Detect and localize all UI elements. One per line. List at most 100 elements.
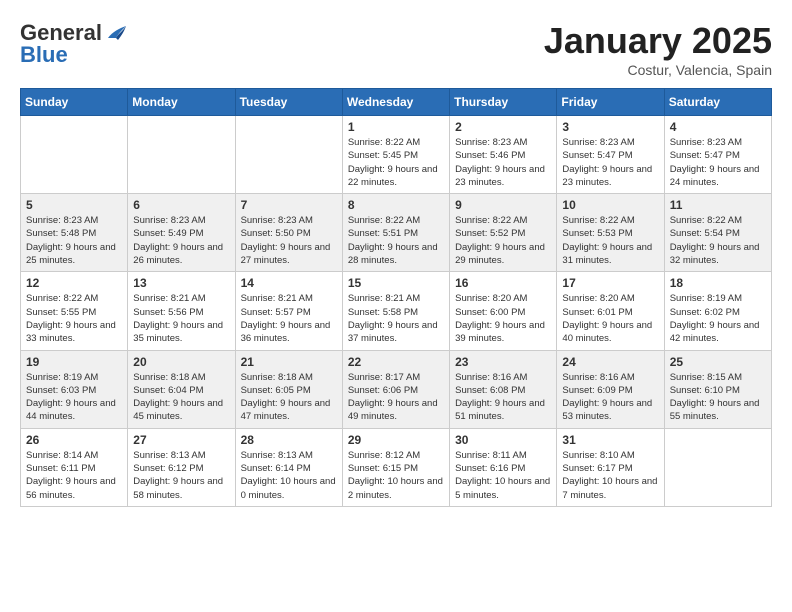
day-info-line: Sunset: 5:47 PM <box>562 149 658 162</box>
day-number: 16 <box>455 276 551 290</box>
day-number: 1 <box>348 120 444 134</box>
day-info-line: Sunset: 6:02 PM <box>670 306 766 319</box>
day-info-line: Daylight: 9 hours and 28 minutes. <box>348 241 444 268</box>
day-info: Sunrise: 8:15 AMSunset: 6:10 PMDaylight:… <box>670 371 766 424</box>
day-info-line: Sunrise: 8:14 AM <box>26 449 122 462</box>
day-info-line: Daylight: 9 hours and 26 minutes. <box>133 241 229 268</box>
day-info-line: Daylight: 9 hours and 22 minutes. <box>348 163 444 190</box>
day-info-line: Sunrise: 8:13 AM <box>133 449 229 462</box>
calendar-week-row: 26Sunrise: 8:14 AMSunset: 6:11 PMDayligh… <box>21 428 772 506</box>
day-info: Sunrise: 8:22 AMSunset: 5:55 PMDaylight:… <box>26 292 122 345</box>
title-block: January 2025 Costur, Valencia, Spain <box>544 20 772 78</box>
calendar-day-cell: 24Sunrise: 8:16 AMSunset: 6:09 PMDayligh… <box>557 350 664 428</box>
day-info: Sunrise: 8:21 AMSunset: 5:57 PMDaylight:… <box>241 292 337 345</box>
logo: General Blue <box>20 20 128 68</box>
day-info: Sunrise: 8:13 AMSunset: 6:12 PMDaylight:… <box>133 449 229 502</box>
day-info-line: Daylight: 9 hours and 27 minutes. <box>241 241 337 268</box>
day-info-line: Sunset: 6:08 PM <box>455 384 551 397</box>
day-info-line: Sunset: 5:56 PM <box>133 306 229 319</box>
day-info-line: Sunset: 6:12 PM <box>133 462 229 475</box>
day-info: Sunrise: 8:19 AMSunset: 6:03 PMDaylight:… <box>26 371 122 424</box>
day-number: 7 <box>241 198 337 212</box>
day-info-line: Daylight: 9 hours and 42 minutes. <box>670 319 766 346</box>
day-info-line: Sunrise: 8:23 AM <box>133 214 229 227</box>
day-info-line: Sunset: 5:58 PM <box>348 306 444 319</box>
calendar-table: SundayMondayTuesdayWednesdayThursdayFrid… <box>20 88 772 507</box>
day-info: Sunrise: 8:13 AMSunset: 6:14 PMDaylight:… <box>241 449 337 502</box>
day-info-line: Sunrise: 8:23 AM <box>26 214 122 227</box>
day-number: 4 <box>670 120 766 134</box>
day-info-line: Sunset: 6:17 PM <box>562 462 658 475</box>
calendar-day-cell: 6 Sunrise: 8:23 AMSunset: 5:49 PMDaylight… <box>128 194 235 272</box>
day-number: 12 <box>26 276 122 290</box>
day-info-line: Daylight: 9 hours and 36 minutes. <box>241 319 337 346</box>
day-info-line: Sunset: 6:04 PM <box>133 384 229 397</box>
day-number: 5 <box>26 198 122 212</box>
day-number: 23 <box>455 355 551 369</box>
day-info-line: Daylight: 9 hours and 44 minutes. <box>26 397 122 424</box>
calendar-day-cell: 22Sunrise: 8:17 AMSunset: 6:06 PMDayligh… <box>342 350 449 428</box>
day-number: 10 <box>562 198 658 212</box>
calendar-day-cell <box>128 116 235 194</box>
day-info: Sunrise: 8:23 AMSunset: 5:50 PMDaylight:… <box>241 214 337 267</box>
calendar-day-cell: 10Sunrise: 8:22 AMSunset: 5:53 PMDayligh… <box>557 194 664 272</box>
day-number: 18 <box>670 276 766 290</box>
calendar-day-cell <box>664 428 771 506</box>
day-info-line: Sunrise: 8:18 AM <box>133 371 229 384</box>
day-number: 26 <box>26 433 122 447</box>
day-info-line: Sunrise: 8:13 AM <box>241 449 337 462</box>
day-info: Sunrise: 8:18 AMSunset: 6:04 PMDaylight:… <box>133 371 229 424</box>
day-number: 11 <box>670 198 766 212</box>
day-info-line: Sunrise: 8:21 AM <box>133 292 229 305</box>
calendar-day-cell: 26Sunrise: 8:14 AMSunset: 6:11 PMDayligh… <box>21 428 128 506</box>
day-info-line: Sunrise: 8:18 AM <box>241 371 337 384</box>
day-info-line: Sunrise: 8:22 AM <box>26 292 122 305</box>
calendar-day-cell: 4Sunrise: 8:23 AMSunset: 5:47 PMDaylight… <box>664 116 771 194</box>
location: Costur, Valencia, Spain <box>544 62 772 78</box>
calendar-day-cell: 17Sunrise: 8:20 AMSunset: 6:01 PMDayligh… <box>557 272 664 350</box>
day-info-line: Sunrise: 8:15 AM <box>670 371 766 384</box>
calendar-day-cell: 27Sunrise: 8:13 AMSunset: 6:12 PMDayligh… <box>128 428 235 506</box>
calendar-day-cell: 20 Sunrise: 8:18 AMSunset: 6:04 PMDayligh… <box>128 350 235 428</box>
day-info-line: Sunrise: 8:22 AM <box>348 214 444 227</box>
day-info-line: Sunrise: 8:10 AM <box>562 449 658 462</box>
day-info-line: Sunset: 6:14 PM <box>241 462 337 475</box>
calendar-day-cell: 5Sunrise: 8:23 AMSunset: 5:48 PMDaylight… <box>21 194 128 272</box>
calendar-day-cell: 23Sunrise: 8:16 AMSunset: 6:08 PMDayligh… <box>450 350 557 428</box>
day-info-line: Sunset: 6:03 PM <box>26 384 122 397</box>
calendar-day-cell: 14 Sunrise: 8:21 AMSunset: 5:57 PMDayligh… <box>235 272 342 350</box>
day-number: 29 <box>348 433 444 447</box>
day-info-line: Sunset: 5:46 PM <box>455 149 551 162</box>
day-info: Sunrise: 8:11 AMSunset: 6:16 PMDaylight:… <box>455 449 551 502</box>
day-info: Sunrise: 8:22 AMSunset: 5:54 PMDaylight:… <box>670 214 766 267</box>
day-number: 6 <box>133 198 229 212</box>
calendar-day-cell: 25 Sunrise: 8:15 AMSunset: 6:10 PMDayligh… <box>664 350 771 428</box>
day-info-line: Sunset: 6:06 PM <box>348 384 444 397</box>
day-number: 14 <box>241 276 337 290</box>
day-info-line: Sunset: 6:05 PM <box>241 384 337 397</box>
day-info-line: Daylight: 10 hours and 0 minutes. <box>241 475 337 502</box>
day-number: 19 <box>26 355 122 369</box>
day-info-line: Sunset: 5:45 PM <box>348 149 444 162</box>
day-info: Sunrise: 8:20 AMSunset: 6:00 PMDaylight:… <box>455 292 551 345</box>
day-info: Sunrise: 8:23 AMSunset: 5:47 PMDaylight:… <box>562 136 658 189</box>
calendar-day-cell: 11 Sunrise: 8:22 AMSunset: 5:54 PMDayligh… <box>664 194 771 272</box>
day-info-line: Daylight: 9 hours and 39 minutes. <box>455 319 551 346</box>
calendar-week-row: 1Sunrise: 8:22 AMSunset: 5:45 PMDaylight… <box>21 116 772 194</box>
calendar-day-cell: 2Sunrise: 8:23 AMSunset: 5:46 PMDaylight… <box>450 116 557 194</box>
day-number: 20 <box>133 355 229 369</box>
calendar-week-row: 12 Sunrise: 8:22 AMSunset: 5:55 PMDayligh… <box>21 272 772 350</box>
day-number: 25 <box>670 355 766 369</box>
day-info-line: Daylight: 10 hours and 2 minutes. <box>348 475 444 502</box>
day-info-line: Sunrise: 8:23 AM <box>455 136 551 149</box>
day-number: 24 <box>562 355 658 369</box>
day-info: Sunrise: 8:23 AMSunset: 5:49 PMDaylight:… <box>133 214 229 267</box>
day-info: Sunrise: 8:18 AMSunset: 6:05 PMDaylight:… <box>241 371 337 424</box>
day-info-line: Daylight: 9 hours and 25 minutes. <box>26 241 122 268</box>
day-info-line: Daylight: 9 hours and 35 minutes. <box>133 319 229 346</box>
day-info-line: Sunrise: 8:21 AM <box>241 292 337 305</box>
calendar-day-cell <box>235 116 342 194</box>
day-number: 2 <box>455 120 551 134</box>
day-of-week-header: Saturday <box>664 89 771 116</box>
day-of-week-header: Sunday <box>21 89 128 116</box>
